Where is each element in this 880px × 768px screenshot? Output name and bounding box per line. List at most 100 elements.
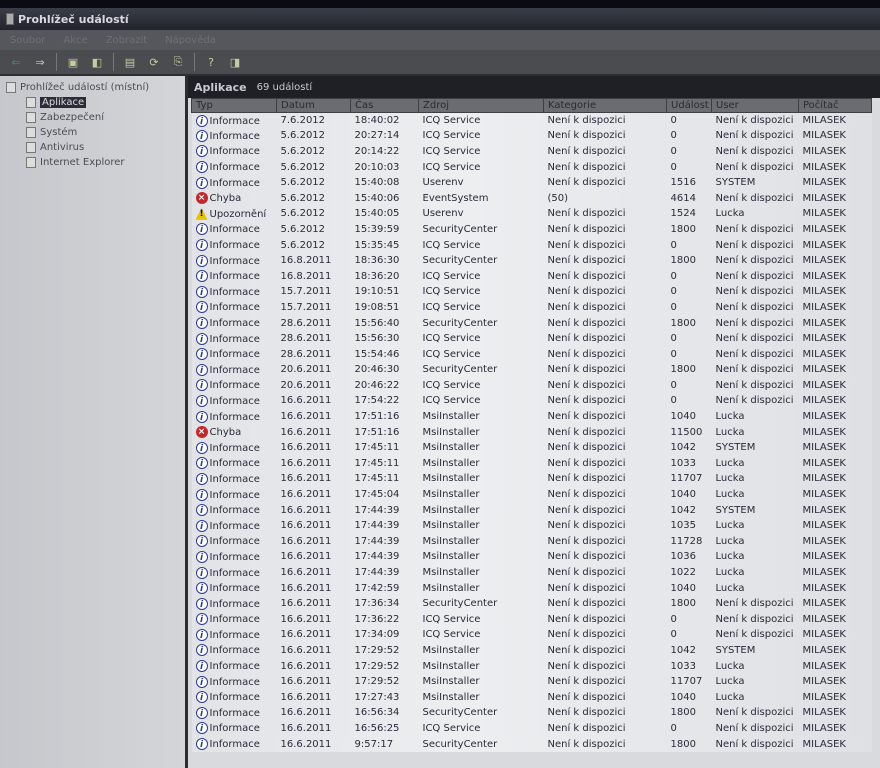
tree-root[interactable]: Prohlížeč událostí (místní) bbox=[6, 80, 179, 95]
column-header[interactable]: Událost bbox=[666, 98, 712, 113]
cell-text: Není k dispozici bbox=[547, 629, 626, 641]
table-row[interactable]: i Informace 16.6.2011 17:45:11 MsiInstaller N… bbox=[192, 456, 872, 472]
tree-item-internet-explorer[interactable]: Internet Explorer bbox=[6, 155, 179, 170]
table-row[interactable]: i Informace 5.6.2012 20:27:14 ICQ Service Nen… bbox=[192, 128, 872, 144]
table-row[interactable]: i Informace 16.6.2011 16:56:34 SecurityCente… bbox=[192, 705, 872, 721]
menu-zobrazit[interactable]: Zobrazit bbox=[106, 35, 148, 46]
cell-col5: 1042 bbox=[667, 643, 712, 659]
table-row[interactable]: i Informace 16.6.2011 17:44:39 MsiInstaller N… bbox=[192, 549, 872, 565]
table-row[interactable]: × Chyba 16.6.2011 17:51:16 MsiInstaller Není … bbox=[192, 424, 872, 440]
table-row[interactable]: i Informace 7.6.2012 18:40:02 ICQ Service Nen… bbox=[192, 113, 872, 129]
info-icon: i bbox=[195, 379, 208, 392]
cell-col6: Není k dispozici bbox=[712, 612, 799, 628]
cell-col5: 1800 bbox=[667, 705, 712, 721]
menu-akce[interactable]: Akce bbox=[63, 35, 87, 46]
tree-item-system[interactable]: Systém bbox=[6, 125, 179, 140]
properties-icon[interactable]: ▤ bbox=[122, 55, 138, 69]
table-row[interactable]: i Informace 5.6.2012 15:39:59 SecurityCenter… bbox=[192, 222, 872, 238]
cell-col7: MILASEK bbox=[799, 144, 872, 160]
table-row[interactable]: i Informace 16.6.2011 17:45:11 MsiInstaller N… bbox=[192, 440, 872, 456]
table-row[interactable]: i Informace 16.6.2011 17:51:16 MsiInstaller N… bbox=[192, 409, 872, 425]
table-row[interactable]: i Informace 16.6.2011 17:44:39 MsiInstaller N… bbox=[192, 534, 872, 550]
table-row[interactable]: i Informace 28.6.2011 15:56:30 ICQ Service Ne… bbox=[192, 331, 872, 347]
cell-col2: 17:27:43 bbox=[351, 689, 419, 705]
tree-item-antivirus[interactable]: Antivirus bbox=[6, 140, 179, 155]
table-row[interactable]: i Informace 16.6.2011 17:45:11 MsiInstaller N… bbox=[192, 471, 872, 487]
table-row[interactable]: i Informace 16.6.2011 17:44:39 MsiInstaller N… bbox=[192, 518, 872, 534]
cell-text: 18:36:30 bbox=[354, 255, 400, 267]
cell-col1: 5.6.2012 bbox=[277, 175, 351, 191]
table-row[interactable]: i Informace 16.6.2011 17:29:52 MsiInstaller N… bbox=[192, 643, 872, 659]
cell-text: Není k dispozici bbox=[547, 333, 626, 345]
table-row[interactable]: i Informace 16.6.2011 17:34:09 ICQ Service Ne… bbox=[192, 627, 872, 643]
cell-col4: (50) bbox=[544, 190, 667, 206]
menu-soubor[interactable]: Soubor bbox=[10, 35, 45, 46]
cell-text: 0 bbox=[670, 161, 677, 173]
console-icon[interactable]: ◨ bbox=[227, 55, 243, 69]
column-header[interactable]: Čas bbox=[350, 98, 419, 113]
table-row[interactable]: i Informace 20.6.2011 20:46:22 ICQ Service Ne… bbox=[192, 378, 872, 394]
cell-text: Není k dispozici bbox=[547, 567, 626, 579]
cell-col4: Není k dispozici bbox=[544, 440, 667, 456]
forward-icon[interactable]: ⇒ bbox=[32, 55, 48, 69]
info-icon: i bbox=[195, 285, 208, 298]
table-row[interactable]: i Informace 16.6.2011 16:56:25 ICQ Service Ne… bbox=[192, 721, 872, 737]
table-row[interactable]: i Informace 5.6.2012 20:10:03 ICQ Service Nen… bbox=[192, 159, 872, 175]
table-row[interactable]: i Informace 15.7.2011 19:10:51 ICQ Service Ne… bbox=[192, 284, 872, 300]
table-row[interactable]: i Informace 16.6.2011 17:42:59 MsiInstaller N… bbox=[192, 580, 872, 596]
cell-col7: MILASEK bbox=[799, 518, 872, 534]
info-icon: i bbox=[195, 145, 208, 158]
tree-item-zabezpeceni[interactable]: Zabezpečení bbox=[6, 110, 179, 125]
table-row[interactable]: i Informace 15.7.2011 19:08:51 ICQ Service Ne… bbox=[192, 300, 872, 316]
table-row[interactable]: i Informace 16.6.2011 17:27:43 MsiInstaller N… bbox=[192, 689, 872, 705]
table-row[interactable]: ! Upozornění 5.6.2012 15:40:05 Userenv Není k… bbox=[192, 206, 872, 222]
cell-text: MILASEK bbox=[802, 629, 846, 641]
tree-item-label: Aplikace bbox=[40, 97, 87, 108]
cell-text: 16.6.2011 bbox=[280, 520, 332, 532]
help-icon[interactable]: ? bbox=[203, 55, 219, 69]
cell-text: 11500 bbox=[670, 426, 703, 438]
cell-text: MsiInstaller bbox=[422, 473, 480, 485]
cell-col3: Userenv bbox=[419, 175, 544, 191]
cell-col5: 0 bbox=[667, 378, 712, 394]
cell-col4: Není k dispozici bbox=[544, 409, 667, 425]
column-header[interactable]: Kategorie bbox=[543, 98, 667, 113]
table-row[interactable]: i Informace 20.6.2011 20:46:30 SecurityCente… bbox=[192, 362, 872, 378]
back-icon[interactable]: ⇐ bbox=[8, 55, 24, 69]
column-header[interactable]: User bbox=[711, 98, 799, 113]
table-row[interactable]: i Informace 16.6.2011 17:44:39 MsiInstaller N… bbox=[192, 565, 872, 581]
table-row[interactable]: i Informace 16.6.2011 17:44:39 MsiInstaller N… bbox=[192, 502, 872, 518]
export-icon[interactable]: ⎘ bbox=[170, 55, 186, 69]
up-folder-icon[interactable]: ▣ bbox=[65, 55, 81, 69]
table-row[interactable]: i Informace 16.6.2011 17:45:04 MsiInstaller N… bbox=[192, 487, 872, 503]
table-row[interactable]: i Informace 5.6.2012 15:40:08 Userenv Není k … bbox=[192, 175, 872, 191]
column-header[interactable]: Počítač bbox=[798, 98, 872, 113]
table-row[interactable]: i Informace 16.6.2011 17:54:22 ICQ Service Ne… bbox=[192, 393, 872, 409]
table-row[interactable]: i Informace 28.6.2011 15:54:46 ICQ Service Ne… bbox=[192, 346, 872, 362]
table-row[interactable]: i Informace 16.6.2011 9:57:17 SecurityCenter… bbox=[192, 736, 872, 752]
cell-col5: 0 bbox=[667, 393, 712, 409]
cell-type: i Informace bbox=[192, 674, 277, 690]
tree-item-aplikace[interactable]: Aplikace bbox=[6, 95, 179, 110]
table-row[interactable]: i Informace 5.6.2012 20:14:22 ICQ Service Nen… bbox=[192, 144, 872, 160]
table-row[interactable]: i Informace 16.6.2011 17:36:22 ICQ Service Ne… bbox=[192, 612, 872, 628]
table-row[interactable]: i Informace 16.6.2011 17:36:34 SecurityCente… bbox=[192, 596, 872, 612]
table-row[interactable]: i Informace 28.6.2011 15:56:40 SecurityCente… bbox=[192, 315, 872, 331]
cell-col2: 17:45:11 bbox=[351, 440, 419, 456]
table-row[interactable]: × Chyba 5.6.2012 15:40:06 EventSystem (50) 461… bbox=[192, 190, 872, 206]
table-row[interactable]: i Informace 16.6.2011 17:29:52 MsiInstaller N… bbox=[192, 674, 872, 690]
table-row[interactable]: i Informace 16.6.2011 17:29:52 MsiInstaller N… bbox=[192, 658, 872, 674]
table-row[interactable]: i Informace 16.8.2011 18:36:30 SecurityCente… bbox=[192, 253, 872, 269]
refresh-icon[interactable]: ⟳ bbox=[146, 55, 162, 69]
cell-text: 19:08:51 bbox=[354, 301, 400, 313]
column-header[interactable]: Zdroj bbox=[418, 98, 544, 113]
cell-col7: MILASEK bbox=[799, 331, 872, 347]
column-header[interactable]: Datum bbox=[276, 98, 351, 113]
menu-napoveda[interactable]: Nápověda bbox=[165, 35, 216, 46]
table-row[interactable]: i Informace 5.6.2012 15:35:45 ICQ Service Nen… bbox=[192, 237, 872, 253]
cell-col7: MILASEK bbox=[799, 487, 872, 503]
column-header[interactable]: Typ bbox=[191, 98, 277, 113]
table-row[interactable]: i Informace 16.8.2011 18:36:20 ICQ Service Ne… bbox=[192, 268, 872, 284]
show-tree-icon[interactable]: ◧ bbox=[89, 55, 105, 69]
cell-text: 0 bbox=[670, 629, 677, 641]
